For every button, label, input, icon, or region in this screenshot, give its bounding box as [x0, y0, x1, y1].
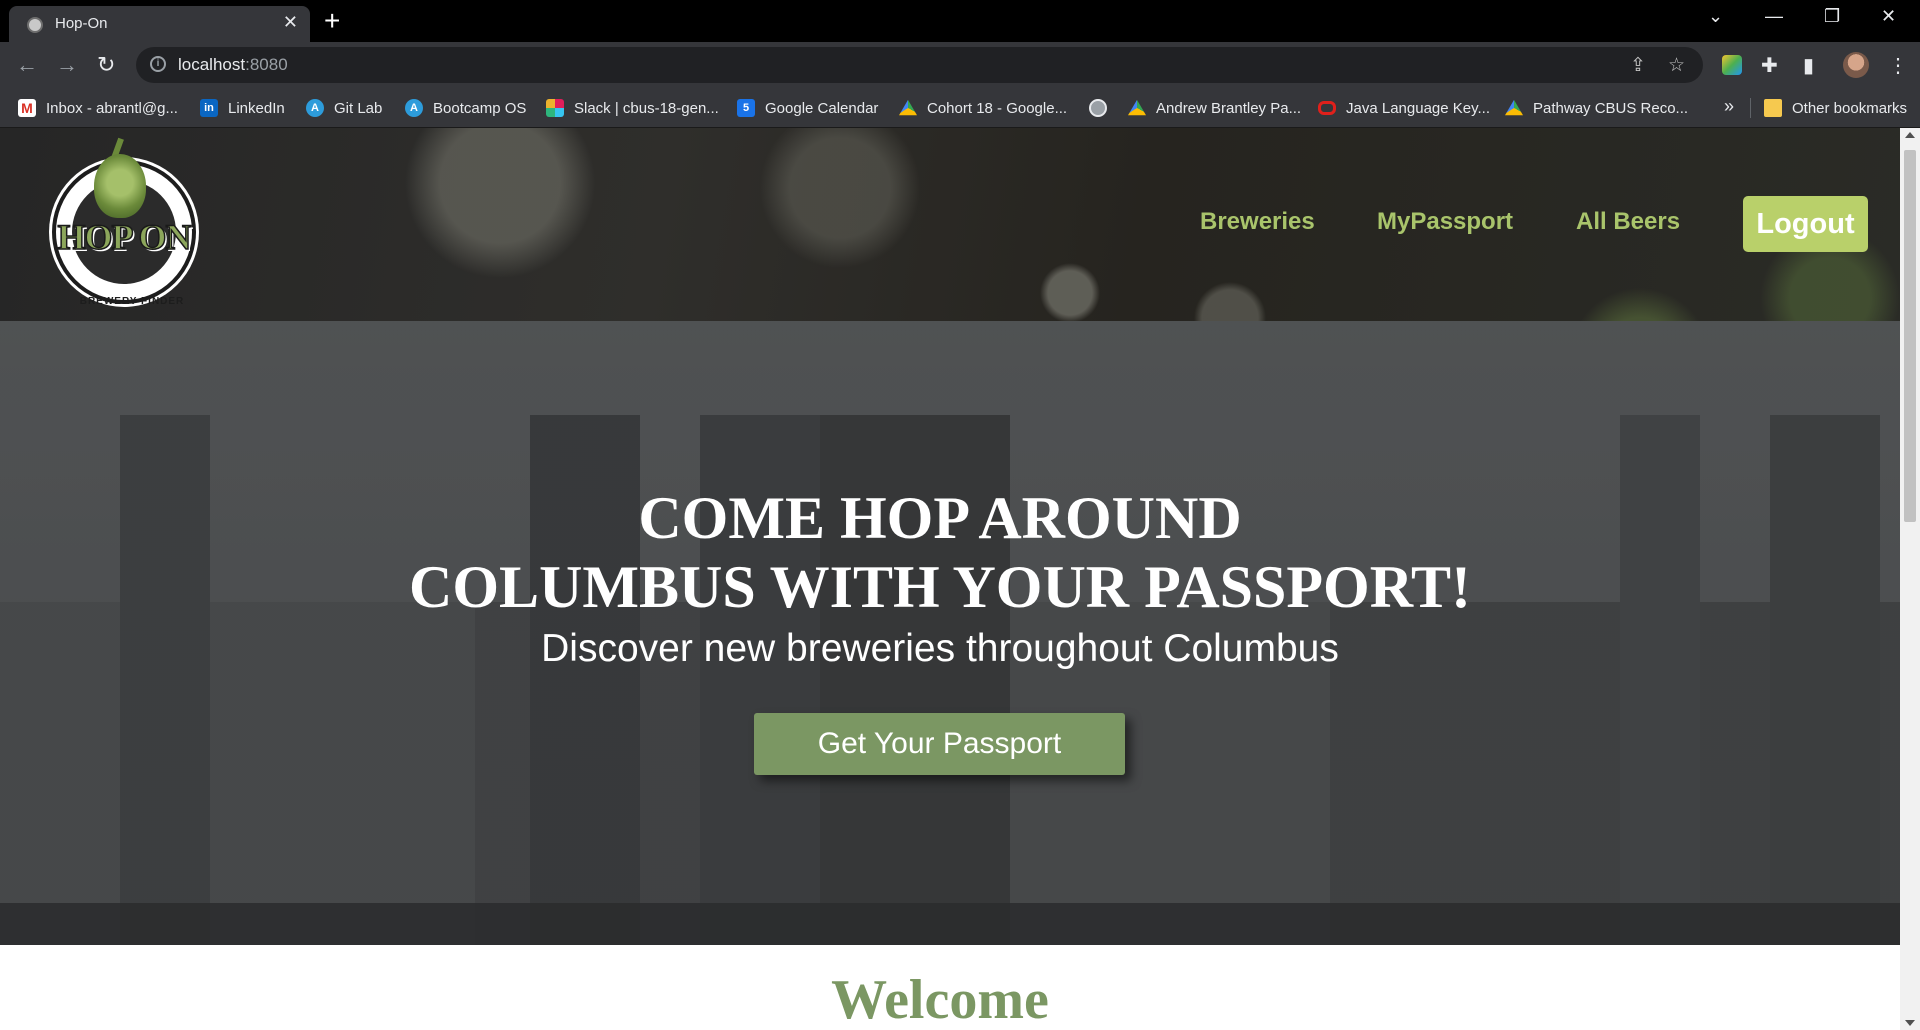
bookmark-cohort-18[interactable]: Cohort 18 - Google... [899, 97, 1067, 119]
hero-headline-line-2: COLUMBUS WITH YOUR PASSPORT! [409, 554, 1471, 620]
gitlab-icon: A [306, 99, 324, 117]
share-icon[interactable]: ⇪ [1630, 54, 1646, 77]
restore-icon[interactable]: ❐ [1824, 6, 1840, 27]
google-drive-icon [1505, 99, 1523, 116]
bookmark-linkedin[interactable]: in LinkedIn [200, 97, 285, 119]
chrome-menu-icon[interactable]: ⋮ [1888, 53, 1908, 78]
address-bar[interactable]: i localhost:8080 ⇪ ☆ [136, 47, 1703, 83]
folder-icon [1764, 99, 1782, 117]
hero-headline-line-1: COME HOP AROUND [638, 485, 1242, 551]
nav-mypassport[interactable]: MyPassport [1377, 208, 1513, 236]
oracle-icon [1318, 101, 1336, 115]
scrollbar-thumb[interactable] [1904, 150, 1916, 522]
window-close-icon[interactable]: ✕ [1881, 6, 1896, 27]
bookmarks-bar: M Inbox - abrantl@g... in LinkedIn A Git La… [0, 88, 1920, 128]
gmail-icon: M [18, 99, 36, 117]
globe-icon [1089, 99, 1107, 117]
site-header: BREWERY FINDER HOP ON Breweries MyPasspo… [0, 128, 1900, 321]
scroll-up-icon[interactable] [1905, 132, 1915, 138]
bookmark-java-language[interactable]: Java Language Key... [1318, 97, 1490, 119]
extensions-puzzle-icon[interactable]: ✚ [1761, 53, 1778, 78]
nav-all-beers[interactable]: All Beers [1576, 208, 1680, 236]
bookmark-pathway-cbus[interactable]: Pathway CBUS Reco... [1505, 97, 1688, 119]
logo-tagline: BREWERY FINDER [79, 296, 185, 307]
google-drive-icon [899, 99, 917, 116]
tab-close-icon[interactable]: ✕ [283, 12, 298, 33]
linkedin-icon: in [200, 99, 218, 117]
minimize-icon[interactable]: — [1765, 6, 1783, 27]
slack-icon [546, 99, 564, 117]
browser-tab-strip: Hop-On ✕ + ⌄ — ❐ ✕ [0, 0, 1920, 42]
hero-section: COME HOP AROUND COLUMBUS WITH YOUR PASSP… [0, 321, 1900, 945]
new-tab-icon[interactable]: + [324, 5, 340, 37]
tab-title: Hop-On [55, 15, 108, 32]
back-icon[interactable]: ← [16, 52, 38, 78]
hero-headline: COME HOP AROUND COLUMBUS WITH YOUR PASSP… [0, 484, 1880, 622]
reload-icon[interactable]: ↻ [97, 52, 115, 78]
scroll-down-icon[interactable] [1905, 1020, 1915, 1026]
page-viewport: BREWERY FINDER HOP ON Breweries MyPasspo… [0, 128, 1900, 1030]
calendar-icon: 5 [737, 99, 755, 117]
bootcamp-icon: A [405, 99, 423, 117]
get-passport-button[interactable]: Get Your Passport [754, 713, 1125, 775]
hop-cone-icon [94, 154, 146, 218]
hero-subheadline: Discover new breweries throughout Columb… [541, 627, 1339, 670]
bookmark-gitlab[interactable]: A Git Lab [306, 97, 382, 119]
hop-on-logo[interactable]: BREWERY FINDER HOP ON [48, 137, 200, 314]
bookmark-andrew-brantley[interactable]: Andrew Brantley Pa... [1128, 97, 1301, 119]
logout-button[interactable]: Logout [1743, 196, 1868, 252]
other-bookmarks[interactable]: Other bookmarks [1764, 97, 1907, 119]
bookmark-globe[interactable] [1089, 97, 1117, 119]
google-drive-icon [1128, 99, 1146, 116]
bookmark-google-calendar[interactable]: 5 Google Calendar [737, 97, 878, 119]
browser-toolbar: ← → ↻ i localhost:8080 ⇪ ☆ ✚ ▮ ⋮ [0, 42, 1920, 88]
browser-tab-hop-on[interactable]: Hop-On ✕ [9, 6, 310, 42]
bookmark-slack[interactable]: Slack | cbus-18-gen... [546, 97, 719, 119]
extension-app-icon[interactable] [1722, 55, 1742, 75]
more-bookmarks-icon[interactable]: » [1724, 96, 1734, 117]
nav-breweries[interactable]: Breweries [1200, 208, 1315, 236]
site-info-icon[interactable]: i [150, 56, 166, 72]
bookmark-star-icon[interactable]: ☆ [1668, 54, 1685, 77]
forward-icon[interactable]: → [56, 52, 78, 78]
bookmarks-divider [1750, 98, 1751, 118]
hero-bridge-silhouette [0, 903, 1900, 945]
logo-wordmark: HOP ON [57, 216, 193, 258]
bookmark-inbox[interactable]: M Inbox - abrantl@g... [18, 97, 178, 119]
page-scrollbar[interactable] [1900, 128, 1920, 1030]
tab-search-icon[interactable]: ⌄ [1708, 6, 1723, 27]
side-panel-icon[interactable]: ▮ [1803, 53, 1814, 78]
welcome-heading: Welcome [831, 969, 1049, 1030]
url-text[interactable]: localhost:8080 [178, 55, 288, 75]
bookmark-bootcamp-os[interactable]: A Bootcamp OS [405, 97, 526, 119]
site-favicon-icon [27, 17, 43, 33]
profile-avatar[interactable] [1843, 52, 1869, 78]
